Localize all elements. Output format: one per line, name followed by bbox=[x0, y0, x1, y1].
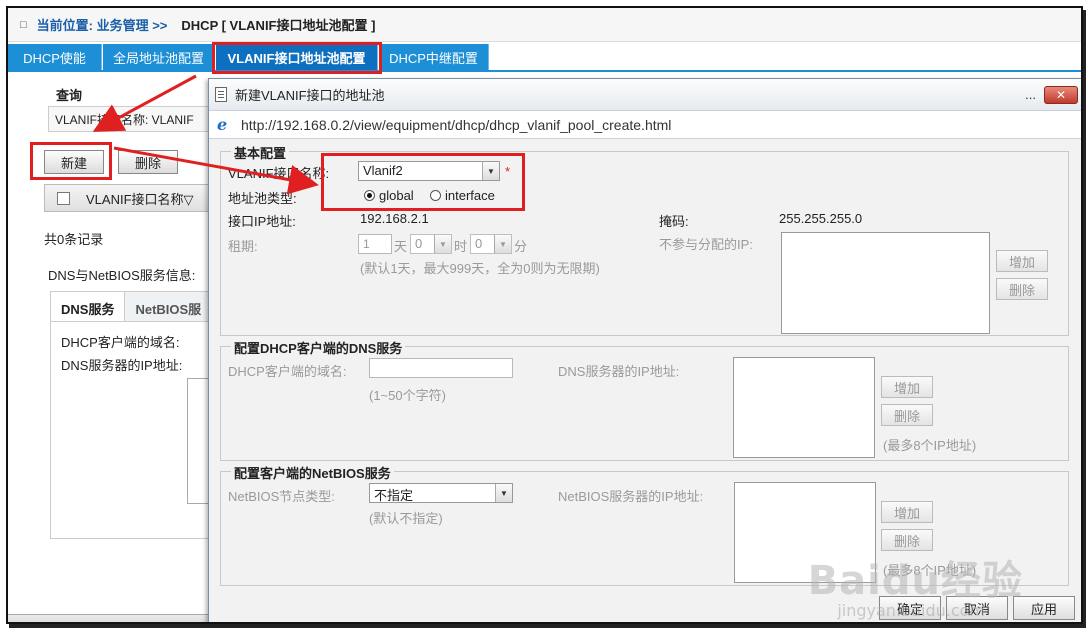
dns-domain-hint: (1~50个字符) bbox=[369, 388, 446, 403]
url-text: http://192.168.0.2/view/equipment/dhcp/d… bbox=[241, 116, 672, 133]
column-vlanif-name[interactable]: VLANIF接口名称▽ bbox=[86, 189, 194, 208]
watermark-url: jingyan.baidu.com bbox=[837, 601, 985, 620]
dns-ip-label: DNS服务器的IP地址: bbox=[558, 364, 680, 379]
breadcrumb: DHCP [ VLANIF接口地址池配置 ] bbox=[181, 18, 376, 33]
unit-minute: 分 bbox=[514, 239, 528, 254]
highlight-box-new bbox=[30, 142, 112, 180]
url-bar: e http://192.168.0.2/view/equipment/dhcp… bbox=[209, 111, 1081, 139]
unit-day: 天 bbox=[394, 239, 408, 254]
document-icon bbox=[215, 87, 227, 102]
app-frame: □ 当前位置: 业务管理 >> DHCP [ VLANIF接口地址池配置 ] D… bbox=[6, 6, 1083, 624]
pool-type-label: 地址池类型: bbox=[228, 191, 297, 206]
dns-config-fieldset: 配置DHCP客户端的DNS服务 DHCP客户端的域名: (1~50个字符) DN… bbox=[220, 338, 1069, 461]
netbios-add-button[interactable]: 增加 bbox=[881, 501, 933, 523]
excluded-delete-button[interactable]: 删除 bbox=[996, 278, 1048, 300]
dns-ip-list[interactable] bbox=[733, 357, 875, 458]
close-button[interactable]: ✕ bbox=[1044, 86, 1078, 104]
dns-config-legend: 配置DHCP客户端的DNS服务 bbox=[231, 338, 406, 357]
lease-hint: (默认1天，最大999天，全为0则为无限期) bbox=[360, 261, 600, 276]
interface-ip-value: 192.168.2.1 bbox=[360, 211, 429, 226]
netbios-node-type-select[interactable]: 不指定 ▼ bbox=[369, 483, 513, 503]
lease-hours-select[interactable]: 0 ▼ bbox=[410, 234, 452, 254]
location-bar: □ 当前位置: 业务管理 >> DHCP [ VLANIF接口地址池配置 ] bbox=[8, 8, 1081, 42]
lease-minutes-select[interactable]: 0 ▼ bbox=[470, 234, 512, 254]
tab-bar: DHCP使能 全局地址池配置 VLANIF接口地址池配置 DHCP中继配置 bbox=[8, 42, 1081, 74]
dhcp-client-domain-label: DHCP客户端的域名: bbox=[61, 335, 180, 350]
subtab-netbios[interactable]: NetBIOS服 bbox=[125, 292, 211, 321]
netbios-config-legend: 配置客户端的NetBIOS服务 bbox=[231, 463, 394, 482]
mask-value: 255.255.255.0 bbox=[779, 211, 863, 226]
dns-max-hint: (最多8个IP地址) bbox=[883, 438, 977, 453]
lease-days-input[interactable]: 1 bbox=[358, 234, 392, 254]
dns-delete-button[interactable]: 删除 bbox=[881, 404, 933, 426]
netbios-node-type-value: 不指定 bbox=[374, 488, 414, 503]
chevron-down-icon: ▼ bbox=[494, 235, 511, 253]
highlight-box-form bbox=[321, 153, 525, 211]
basic-config-fieldset: 基本配置 VLANIF接口名称: Vlanif2 ▼ * 地址池类型: glob… bbox=[220, 143, 1069, 336]
tab-dhcp-relay[interactable]: DHCP中继配置 bbox=[379, 44, 489, 71]
chevron-down-icon: ▼ bbox=[495, 484, 512, 502]
highlight-box-tab bbox=[212, 42, 382, 74]
netbios-node-type-hint: (默认不指定) bbox=[369, 511, 443, 526]
excluded-add-button[interactable]: 增加 bbox=[996, 250, 1048, 272]
netbios-ip-label: NetBIOS服务器的IP地址: bbox=[558, 489, 704, 504]
service-subtabs: DNS服务 NetBIOS服 DHCP客户端的域名: DNS服务器的IP地址: bbox=[50, 291, 227, 539]
subtab-head: DNS服务 NetBIOS服 bbox=[51, 292, 219, 322]
tab-global-pool[interactable]: 全局地址池配置 bbox=[103, 44, 215, 71]
table-header: VLANIF接口名称▽ bbox=[44, 184, 214, 212]
horizontal-scrollbar[interactable] bbox=[8, 614, 208, 622]
left-page: 查询 VLANIF接口名称: VLANIF 新建 删除 VLANIF接口名称▽ … bbox=[8, 72, 227, 622]
interface-ip-label: 接口IP地址: bbox=[228, 214, 296, 229]
watermark-logo: Baidu经验 bbox=[807, 558, 1023, 604]
unit-hour: 时 bbox=[454, 239, 468, 254]
query-title: 查询 bbox=[56, 88, 83, 103]
query-vlanif-field[interactable]: VLANIF接口名称: VLANIF bbox=[48, 106, 218, 132]
subtab-dns[interactable]: DNS服务 bbox=[51, 292, 126, 321]
excluded-ip-list[interactable] bbox=[781, 232, 990, 334]
mask-label: 掩码: bbox=[659, 214, 689, 229]
location-label[interactable]: 当前位置: 业务管理 >> bbox=[37, 15, 168, 34]
lease-label: 租期: bbox=[228, 239, 258, 254]
basic-config-legend: 基本配置 bbox=[231, 143, 290, 162]
dns-domain-label: DHCP客户端的域名: bbox=[228, 364, 347, 379]
dialog-titlebar[interactable]: 新建VLANIF接口的地址池 ... ✕ bbox=[209, 79, 1081, 111]
tab-dhcp-enable[interactable]: DHCP使能 bbox=[8, 44, 102, 71]
dns-add-button[interactable]: 增加 bbox=[881, 376, 933, 398]
chevron-down-icon: ▼ bbox=[434, 235, 451, 253]
dialog-title: 新建VLANIF接口的地址池 bbox=[235, 88, 385, 103]
lease-hours-value: 0 bbox=[415, 236, 423, 251]
create-pool-dialog: 新建VLANIF接口的地址池 ... ✕ e http://192.168.0.… bbox=[208, 78, 1081, 622]
excluded-ip-label: 不参与分配的IP: bbox=[659, 237, 753, 252]
netbios-node-type-label: NetBIOS节点类型: bbox=[228, 489, 335, 504]
square-icon: □ bbox=[20, 18, 27, 31]
delete-button[interactable]: 删除 bbox=[118, 150, 178, 174]
dns-domain-input[interactable] bbox=[369, 358, 513, 378]
more-icon[interactable]: ... bbox=[1025, 87, 1036, 102]
select-all-checkbox[interactable] bbox=[57, 191, 70, 205]
vlanif-name-label: VLANIF接口名称: bbox=[228, 166, 330, 181]
lease-minutes-value: 0 bbox=[475, 236, 483, 251]
ie-icon: e bbox=[217, 114, 228, 134]
record-count: 共0条记录 bbox=[44, 232, 104, 247]
dns-netbios-info-label: DNS与NetBIOS服务信息: bbox=[48, 268, 196, 283]
dns-server-ip-label: DNS服务器的IP地址: bbox=[61, 358, 183, 373]
